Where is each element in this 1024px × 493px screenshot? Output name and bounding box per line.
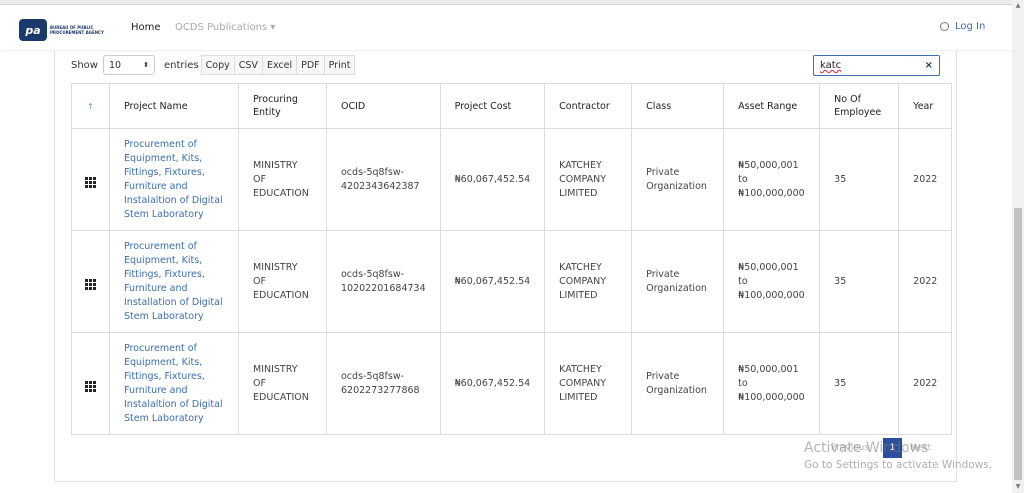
table-row: Procurement of Equipment, Kits, Fittings… (71, 128, 953, 231)
grid-icon (85, 279, 96, 290)
clear-search-icon[interactable]: × (925, 60, 933, 71)
excel-button[interactable]: Excel (262, 55, 298, 75)
header-class[interactable]: Class (631, 83, 725, 129)
expand-column-header[interactable]: ↑ (71, 83, 110, 129)
project-name-link[interactable]: Procurement of Equipment, Kits, Fittings… (109, 128, 239, 231)
login-link[interactable]: Log In (940, 21, 985, 32)
header-ocid[interactable]: OCID (326, 83, 441, 129)
user-circle-icon (940, 22, 949, 31)
select-arrows-icon: ⬍ (143, 61, 149, 69)
table-row: Procurement of Equipment, Kits, Fittings… (71, 332, 953, 435)
table-header-row: ↑ Project Name Procuring Entity OCID Pro… (71, 83, 953, 129)
asset-range-cell: ₦50,000,001 to ₦100,000,000 (723, 230, 821, 333)
ocid-cell: ocds-5q8fsw-6202273277868 (326, 332, 441, 435)
header-project-cost[interactable]: Project Cost (439, 83, 546, 129)
grid-icon (85, 381, 96, 392)
employees-cell: 35 (819, 230, 900, 333)
logo-mark: pa (19, 19, 47, 41)
sort-asc-icon: ↑ (87, 101, 94, 111)
table-controls: Show 10 ⬍ entries Copy CSV Excel PDF Pri… (71, 55, 356, 75)
asset-range-cell: ₦50,000,001 to ₦100,000,000 (723, 332, 821, 435)
chevron-down-icon: ▾ (270, 22, 276, 33)
nav-ocds-publications-dropdown[interactable]: OCDS Publications ▾ (175, 22, 275, 33)
procuring-entity-cell: MINISTRY OF EDUCATION (238, 128, 327, 231)
agency-logo[interactable]: pa BUREAU OF PUBLIC PROCUREMENT AGENCY (19, 18, 105, 42)
project-cost-cell: ₦60,067,452.54 (439, 128, 546, 231)
header-project-name[interactable]: Project Name (109, 83, 239, 129)
show-label: Show (71, 59, 98, 71)
ocid-cell: ocds-5q8fsw-4202343642387 (326, 128, 441, 231)
project-cost-cell: ₦60,067,452.54 (439, 230, 546, 333)
contractor-cell: KATCHEY COMPANY LIMITED (544, 332, 633, 435)
ocid-cell: ocds-5q8fsw-10202201684734 (326, 230, 441, 333)
project-cost-cell: ₦60,067,452.54 (439, 332, 546, 435)
login-label: Log In (955, 21, 986, 32)
csv-button[interactable]: CSV (234, 55, 263, 75)
page-size-select[interactable]: 10 ⬍ (102, 55, 155, 75)
row-expand-toggle[interactable] (71, 128, 110, 231)
header-asset-range[interactable]: Asset Range (723, 83, 821, 129)
print-button[interactable]: Print (324, 55, 356, 75)
top-navbar: pa BUREAU OF PUBLIC PROCUREMENT AGENCY H… (0, 5, 1012, 50)
search-input[interactable]: katc × (813, 55, 940, 76)
copy-button[interactable]: Copy (200, 55, 235, 75)
header-contractor[interactable]: Contractor (544, 83, 633, 129)
procuring-entity-cell: MINISTRY OF EDUCATION (238, 332, 327, 435)
scrollbar-thumb[interactable] (1014, 208, 1022, 480)
scroll-down-arrow-icon[interactable]: ▼ (1014, 483, 1022, 491)
logo-agency-name: BUREAU OF PUBLIC PROCUREMENT AGENCY (50, 25, 104, 35)
projects-table: ↑ Project Name Procuring Entity OCID Pro… (71, 83, 953, 435)
search-value: katc (820, 60, 842, 71)
header-procuring-entity[interactable]: Procuring Entity (238, 83, 327, 129)
header-year[interactable]: Year (898, 83, 953, 129)
pdf-button[interactable]: PDF (297, 55, 325, 75)
grid-icon (85, 177, 96, 188)
entries-label: entries (163, 59, 199, 71)
year-cell: 2022 (898, 332, 953, 435)
employees-cell: 35 (819, 332, 900, 435)
procuring-entity-cell: MINISTRY OF EDUCATION (238, 230, 327, 333)
project-name-link[interactable]: Procurement of Equipment, Kits, Fittings… (109, 332, 239, 435)
employees-cell: 35 (819, 128, 900, 231)
nav-home-link[interactable]: Home (131, 22, 161, 33)
table-row: Procurement of Equipment, Kits, Fittings… (71, 230, 953, 333)
activate-windows-title: Activate Windows (804, 440, 929, 456)
header-no-of-employee[interactable]: No Of Employee (819, 83, 900, 129)
nav-ocds-label: OCDS Publications (175, 22, 268, 33)
project-name-link[interactable]: Procurement of Equipment, Kits, Fittings… (109, 230, 239, 333)
year-cell: 2022 (898, 128, 953, 231)
class-cell: Private Organization (631, 332, 725, 435)
contractor-cell: KATCHEY COMPANY LIMITED (544, 230, 633, 333)
class-cell: Private Organization (631, 230, 725, 333)
scroll-up-arrow-icon[interactable]: ▲ (1014, 2, 1022, 10)
asset-range-cell: ₦50,000,001 to ₦100,000,000 (723, 128, 821, 231)
class-cell: Private Organization (631, 128, 725, 231)
export-buttons: Copy CSV Excel PDF Print (200, 55, 356, 75)
row-expand-toggle[interactable] (71, 230, 110, 333)
row-expand-toggle[interactable] (71, 332, 110, 435)
contractor-cell: KATCHEY COMPANY LIMITED (544, 128, 633, 231)
year-cell: 2022 (898, 230, 953, 333)
page-size-value: 10 (108, 59, 122, 71)
activate-windows-subtitle: Go to Settings to activate Windows. (804, 459, 993, 471)
